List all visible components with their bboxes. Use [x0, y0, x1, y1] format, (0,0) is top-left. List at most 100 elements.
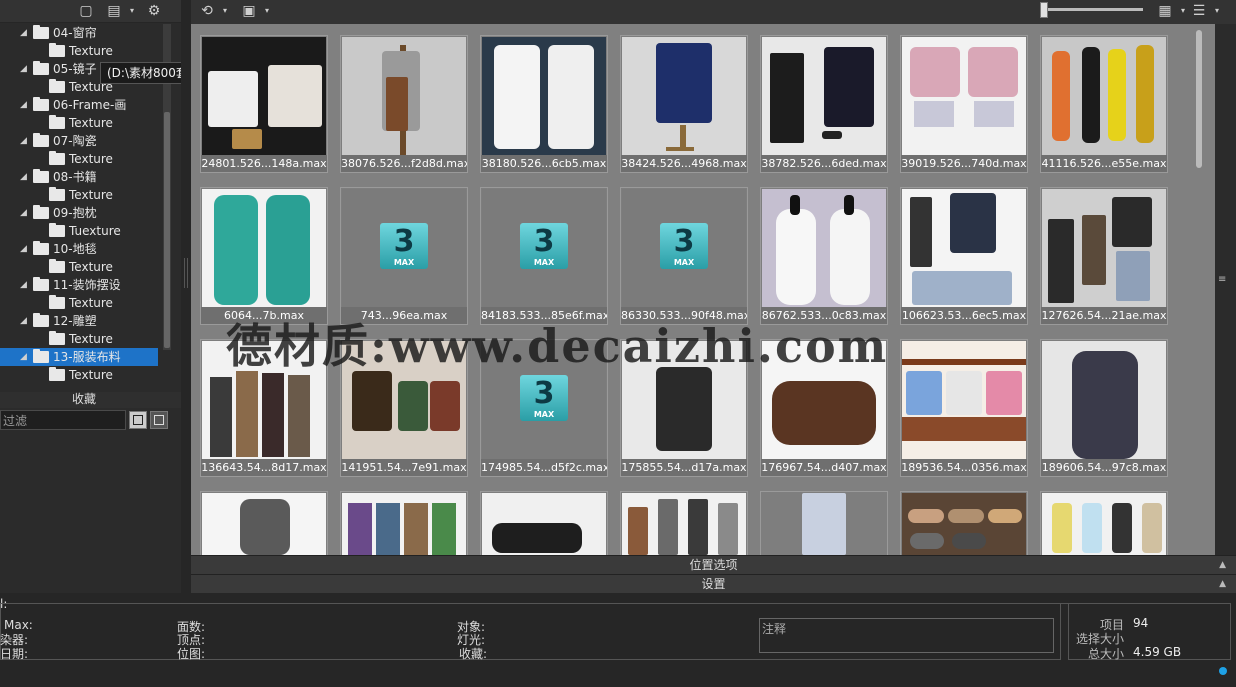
collapse-caret-icon[interactable]: ▲ [1219, 575, 1226, 593]
gear-icon[interactable]: ⚙ [146, 3, 162, 19]
asset-tile[interactable]: 338782.526...6ded.max [760, 35, 888, 173]
tree-folder-item[interactable]: ◢ 06-Frame-画 [0, 96, 158, 114]
tree-item-label: Texture [69, 368, 113, 382]
layout-dropdown-icon[interactable]: ▾ [124, 3, 140, 19]
zoom-slider-handle[interactable] [1040, 2, 1048, 18]
expand-arrow-icon[interactable]: ◢ [20, 348, 30, 366]
asset-tile[interactable]: 3106623.53...6ec5.max [900, 187, 1028, 325]
3dsmax-logo-icon: 3 MAX [660, 223, 708, 269]
asset-tile[interactable]: 3 [760, 491, 888, 556]
asset-tile[interactable]: 3MAX384183.533...85e6f.max [480, 187, 608, 325]
tree-folder-item[interactable]: ◢ 11-装饰摆设 [0, 276, 158, 294]
location-options-section[interactable]: 位置选项 ▲ [191, 555, 1236, 574]
expand-arrow-icon[interactable]: ◢ [20, 96, 30, 114]
asset-thumbnail [202, 37, 326, 155]
tree-subfolder-item[interactable]: Texture [0, 258, 158, 276]
tree-item-label: Texture [69, 332, 113, 346]
side-strip: ≡ [1215, 24, 1236, 556]
sort-dropdown-icon[interactable]: ▾ [1209, 3, 1225, 19]
asset-tile[interactable]: 338180.526...6cb5.max [480, 35, 608, 173]
expand-arrow-icon[interactable]: ◢ [20, 204, 30, 222]
asset-tile[interactable]: 3 [900, 491, 1028, 556]
asset-tile[interactable]: 339019.526...740d.max [900, 35, 1028, 173]
expand-arrow-icon[interactable]: ◢ [20, 168, 30, 186]
tree-subfolder-item[interactable]: Texture [0, 294, 158, 312]
status-indicator [1219, 667, 1227, 675]
layout-icon[interactable]: ▤ [106, 3, 122, 19]
asset-tile[interactable]: 3MAX386330.533...90f48.max [620, 187, 748, 325]
expand-arrow-icon[interactable]: ◢ [20, 240, 30, 258]
filter-option-button[interactable] [129, 411, 147, 429]
folder-toolbar: ▢ ▤ ▾ ⚙ [0, 0, 181, 23]
tree-subfolder-item[interactable]: Texture [0, 330, 158, 348]
asset-tile[interactable]: 36064...7b.max [200, 187, 328, 325]
asset-tile[interactable]: 3127626.54...21ae.max [1040, 187, 1168, 325]
asset-tile[interactable]: 341116.526...e55e.max [1040, 35, 1168, 173]
expand-arrow-icon[interactable]: ◢ [20, 24, 30, 42]
asset-thumbnail [762, 37, 886, 155]
asset-tile[interactable]: 3MAX3743...96ea.max [340, 187, 468, 325]
window-icon[interactable]: ▢ [78, 3, 94, 19]
asset-tile[interactable]: 3 [200, 491, 328, 556]
asset-tile[interactable]: 3189606.54...97c8.max [1040, 339, 1168, 477]
asset-tile[interactable]: 3 [340, 491, 468, 556]
tree-folder-item[interactable]: ◢ 13-服装布料 [0, 348, 158, 366]
tree-subfolder-item[interactable]: Tuexture [0, 222, 158, 240]
comment-field[interactable]: 注释 [759, 618, 1054, 653]
tree-subfolder-item[interactable]: Texture [0, 186, 158, 204]
tree-item-label: Texture [69, 296, 113, 310]
refresh-icon[interactable]: ⟲ [199, 3, 215, 19]
panel-splitter[interactable] [181, 0, 191, 593]
expand-arrow-icon[interactable]: ◢ [20, 312, 30, 330]
asset-thumbnail [482, 493, 606, 556]
tree-folder-item[interactable]: ◢ 07-陶瓷 [0, 132, 158, 150]
tree-folder-item[interactable]: ◢ 04-窗帘 [0, 24, 158, 42]
tree-subfolder-item[interactable]: Texture [0, 150, 158, 168]
folder-icon [49, 79, 65, 93]
asset-tile[interactable]: 338424.526...4968.max [620, 35, 748, 173]
tree-subfolder-item[interactable]: Texture [0, 114, 158, 132]
filter-input[interactable]: 过滤 [0, 410, 126, 430]
grid-scroll-thumb[interactable] [1196, 30, 1202, 168]
folder-icon [33, 25, 49, 39]
info-favorite-label: 收藏: [459, 647, 488, 661]
zoom-slider[interactable] [1043, 8, 1143, 11]
expand-arrow-icon[interactable]: ◢ [20, 132, 30, 150]
expand-arrow-icon[interactable]: ◢ [20, 60, 30, 78]
asset-thumbnail [342, 37, 466, 155]
asset-filename: 38076.526...f2d8d.max [341, 155, 467, 172]
tree-subfolder-item[interactable]: Texture [0, 366, 158, 384]
tree-folder-item[interactable]: ◢ 12-雕塑 [0, 312, 158, 330]
folder-icon [49, 367, 65, 381]
asset-thumbnail: 3 MAX [342, 189, 466, 307]
side-handle-icon[interactable]: ≡ [1218, 274, 1232, 304]
tree-item-label: 07-陶瓷 [53, 134, 97, 148]
tree-item-label: 10-地毯 [53, 242, 97, 256]
asset-tile[interactable]: 386762.533...0c83.max [760, 187, 888, 325]
expand-arrow-icon[interactable]: ◢ [20, 276, 30, 294]
refresh-dropdown-icon[interactable]: ▾ [217, 3, 233, 19]
collapse-caret-icon[interactable]: ▲ [1219, 556, 1226, 574]
tree-folder-item[interactable]: ◢ 09-抱枕 [0, 204, 158, 222]
view-dropdown-icon[interactable]: ▾ [1175, 3, 1191, 19]
info-date-label: 日期: [0, 647, 29, 661]
asset-tile[interactable]: 3 [620, 491, 748, 556]
asset-tile[interactable]: 338076.526...f2d8d.max [340, 35, 468, 173]
asset-tile[interactable]: 3 [1040, 491, 1168, 556]
folder-icon [49, 43, 65, 57]
asset-tile[interactable]: 324801.526...148a.max [200, 35, 328, 173]
tree-item-label: 09-抱枕 [53, 206, 97, 220]
asset-filename: 38180.526...6cb5.max [481, 155, 607, 172]
asset-tile[interactable]: 3 [480, 491, 608, 556]
filter-clear-button[interactable] [150, 411, 168, 429]
cube-dropdown-icon[interactable]: ▾ [259, 3, 275, 19]
tree-subfolder-item[interactable]: Texture [0, 42, 158, 60]
tree-folder-item[interactable]: ◢ 08-书籍 [0, 168, 158, 186]
tree-scroll-thumb[interactable] [164, 112, 170, 348]
cube-icon[interactable]: ▣ [241, 3, 257, 19]
sort-icon[interactable]: ☰ [1191, 3, 1207, 19]
tree-folder-item[interactable]: ◢ 10-地毯 [0, 240, 158, 258]
grid-view-icon[interactable]: ▦ [1157, 3, 1173, 19]
asset-tile[interactable]: 3189536.54...0356.max [900, 339, 1028, 477]
settings-section[interactable]: 设置 ▲ [191, 574, 1236, 593]
